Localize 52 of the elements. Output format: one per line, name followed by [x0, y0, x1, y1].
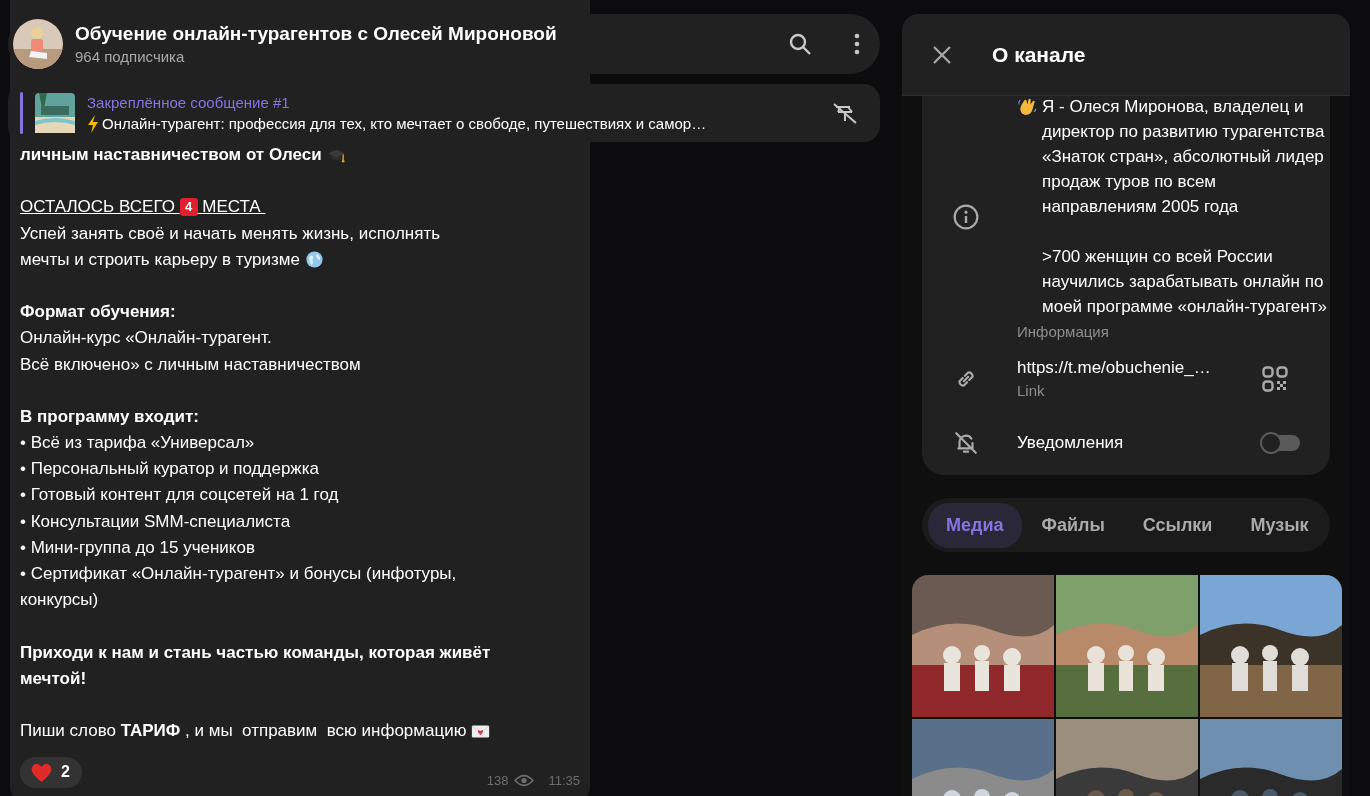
reaction-count: 2 [61, 763, 70, 781]
message-text: ОСТАЛОСЬ ВСЕГО [20, 196, 176, 219]
message-text: мечты и строить карьеру в туризме [20, 248, 300, 271]
message-text: • Персональный куратор и поддержка [20, 458, 319, 481]
message-text: МЕСТА [201, 196, 262, 219]
link-caption: Link [1017, 382, 1046, 399]
globe-icon [304, 250, 324, 270]
media-tab[interactable]: Файлы [1023, 502, 1123, 548]
waving-hand-icon [1017, 96, 1038, 117]
eye-icon [514, 773, 535, 787]
media-tab[interactable]: Музык [1232, 502, 1327, 548]
message-text: Онлайн-курс «Онлайн-турагент. [20, 327, 272, 350]
channel-description: Я - Олеся Миронова, владелец и директор по развитию турагентства «Знаток стран», абсолютный лидер продаж туров по всем направлениям 2005 года >700 женщин со всей России научились зарабатывать онлайн по моей программе «онлайн-турагент» [1042, 96, 1327, 318]
message-text: Формат обучения: [20, 301, 176, 324]
message-text: • Сертификат «Онлайн-турагент» и бонусы (инфотуры, [20, 563, 457, 585]
message-text: Всё включено» с личным наставничеством [20, 353, 361, 376]
message-text: Приходи к нам и стань частью команды, которая живёт [20, 641, 491, 664]
pinned-text: Онлайн-турагент: профессия для тех, кто мечтает о свободе, путешествиях и самор… [102, 115, 707, 132]
pinned-label: Закреплённое сообщение #1 [87, 93, 291, 111]
message-text: • Мини-группа до 15 учеников [20, 536, 255, 559]
reaction-chip[interactable]: 2 [20, 756, 82, 788]
channel-link[interactable]: https://t.me/obuchenie_… [1017, 358, 1211, 378]
message-text: конкурсы) [20, 589, 99, 612]
message-text: В программу входит: [20, 405, 199, 428]
message-text: • Готовый контент для соцсетей на 1 год [20, 484, 339, 507]
heart-icon [30, 761, 53, 783]
message-text: мечтой! [20, 667, 87, 690]
message-text: • Всё из тарифа «Универсал» [20, 432, 255, 455]
media-tab[interactable]: Ссылки [1124, 502, 1231, 548]
message-text: Пиши слово ТАРИФ , и мы отправим всю информацию [20, 720, 467, 743]
message-time: 11:35 [548, 772, 580, 788]
qr-code-icon[interactable] [1262, 365, 1288, 392]
lightning-icon [87, 114, 99, 133]
panel-title: О канале [992, 42, 1086, 67]
message-text: личным наставничеством от Олеси [20, 144, 322, 166]
info-icon [953, 204, 979, 230]
message-text: • Консультации SMM-специалиста [20, 510, 291, 533]
subscriber-count: 964 подписчика [75, 48, 186, 65]
info-caption: Информация [1017, 323, 1110, 340]
pinned-message-bar[interactable]: Закреплённое сообщение #1 Онлайн-турагент: профессия для тех, кто мечтает о свободе, путешествиях и самор… [8, 84, 880, 142]
view-count: 138 [486, 772, 509, 788]
notifications-label: Уведомления [1017, 433, 1125, 453]
number-badge: 4 [179, 198, 198, 217]
unpin-icon[interactable] [832, 101, 858, 125]
search-icon[interactable] [788, 32, 812, 56]
more-icon[interactable] [854, 32, 860, 56]
message-text: Успей занять своё и начать менять жизнь, исполнять [20, 222, 441, 245]
bell-off-icon [953, 430, 979, 456]
notifications-toggle[interactable] [1262, 435, 1300, 451]
media-tab[interactable]: Медиа [928, 502, 1022, 548]
channel-title: Обучение онлайн-турагентов с Олесей Мироновой [75, 23, 558, 45]
close-icon[interactable] [932, 44, 952, 65]
